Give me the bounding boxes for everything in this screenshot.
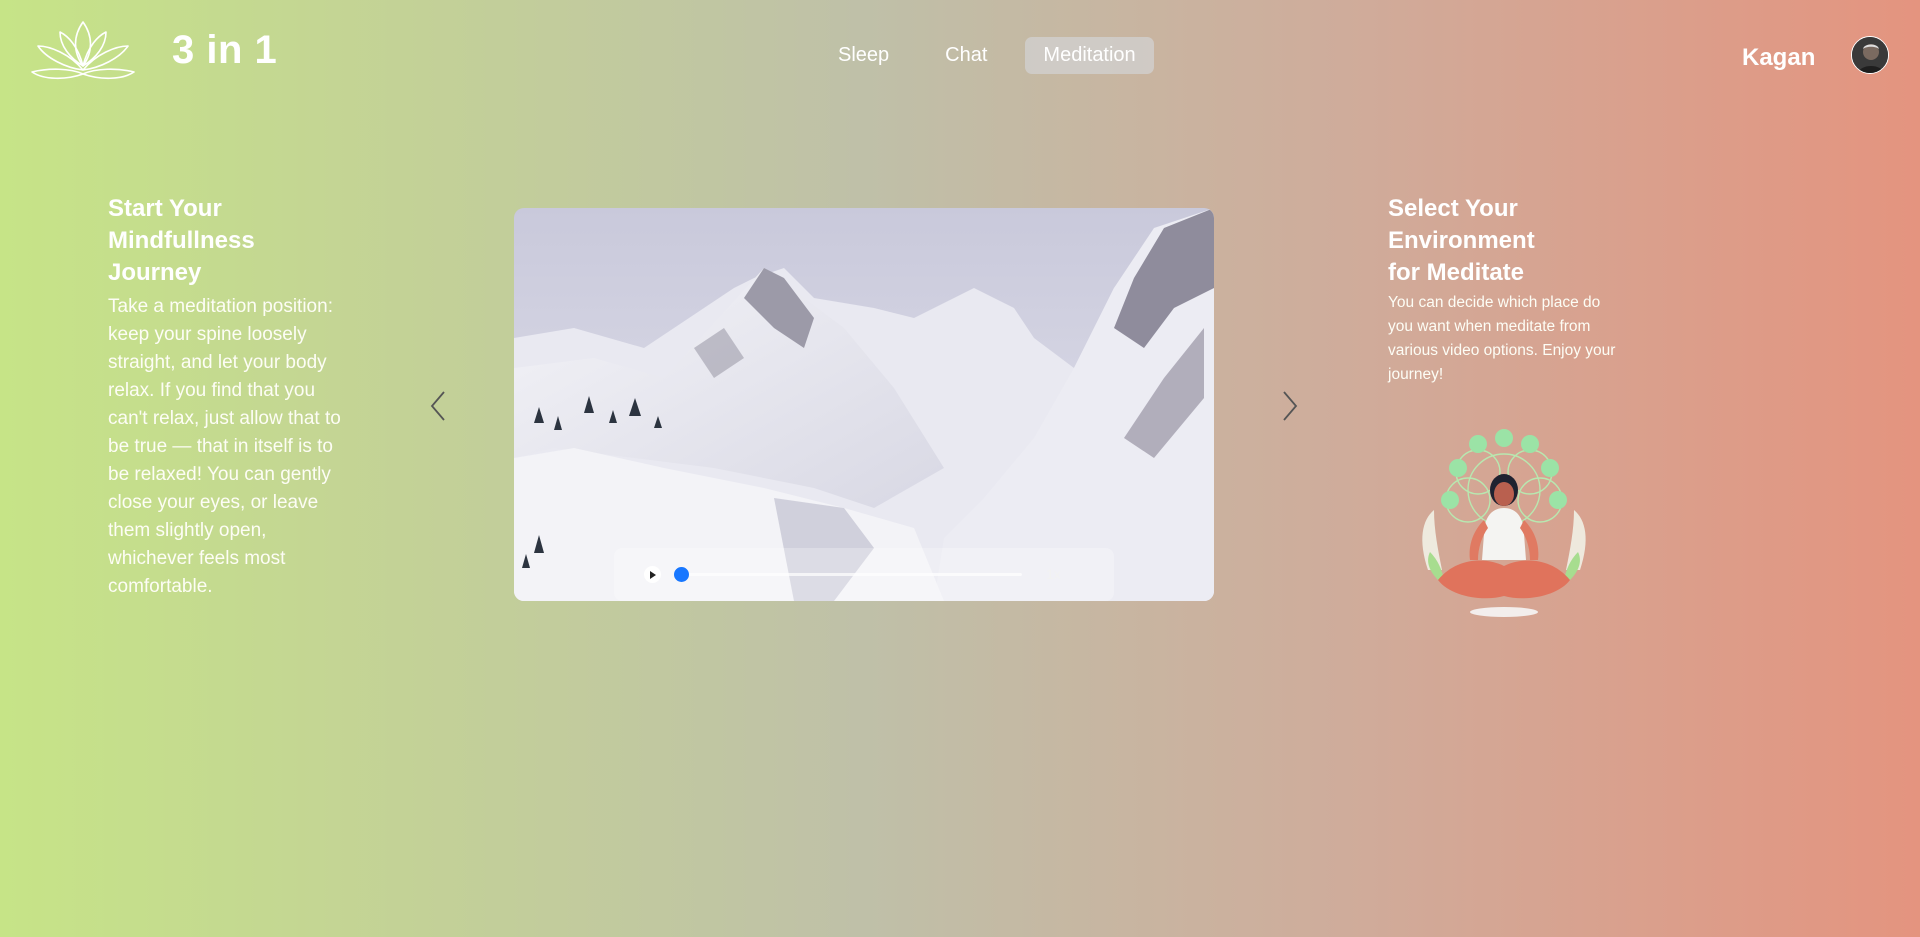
nav-chat[interactable]: Chat <box>927 37 1005 74</box>
chevron-left-icon[interactable] <box>424 388 454 424</box>
playback-speed[interactable]: 1x <box>1046 566 1061 582</box>
environment-panel: Select Your Environment for Meditate You… <box>1388 193 1618 387</box>
lotus-logo-icon[interactable] <box>30 18 136 84</box>
chevron-right-icon[interactable] <box>1274 388 1304 424</box>
snowy-mountain-video-frame <box>514 208 1214 601</box>
nav-meditation[interactable]: Meditation <box>1025 37 1154 74</box>
intro-text: Take a meditation position: keep your sp… <box>108 296 341 597</box>
meditating-woman-illustration <box>1422 429 1586 617</box>
header: 3 in 1 Sleep Chat Meditation Kagan <box>0 0 1920 110</box>
main-nav: Sleep Chat Meditation <box>820 37 1154 74</box>
progress-thumb[interactable] <box>674 567 689 582</box>
user-avatar-icon <box>1852 37 1888 73</box>
progress-track[interactable] <box>680 573 1022 576</box>
env-title-line2: Environment <box>1388 227 1535 254</box>
nav-sleep[interactable]: Sleep <box>820 37 907 74</box>
video-controls: 1x <box>614 548 1114 601</box>
env-title-line3: for Meditate <box>1388 259 1525 286</box>
avatar[interactable] <box>1851 36 1889 74</box>
env-text: You can decide which place do you want w… <box>1388 294 1616 383</box>
brand-title[interactable]: 3 in 1 <box>172 28 277 73</box>
username[interactable]: Kagan <box>1742 44 1815 72</box>
play-icon[interactable] <box>644 566 661 583</box>
intro-title-line2: Mindfullness Journey <box>108 227 255 286</box>
intro-title-line1: Start Your <box>108 195 222 222</box>
env-title-line1: Select Your <box>1388 195 1518 222</box>
video-player[interactable]: 1x <box>514 208 1214 601</box>
intro-panel: Start Your Mindfullness Journey Take a m… <box>108 193 348 601</box>
